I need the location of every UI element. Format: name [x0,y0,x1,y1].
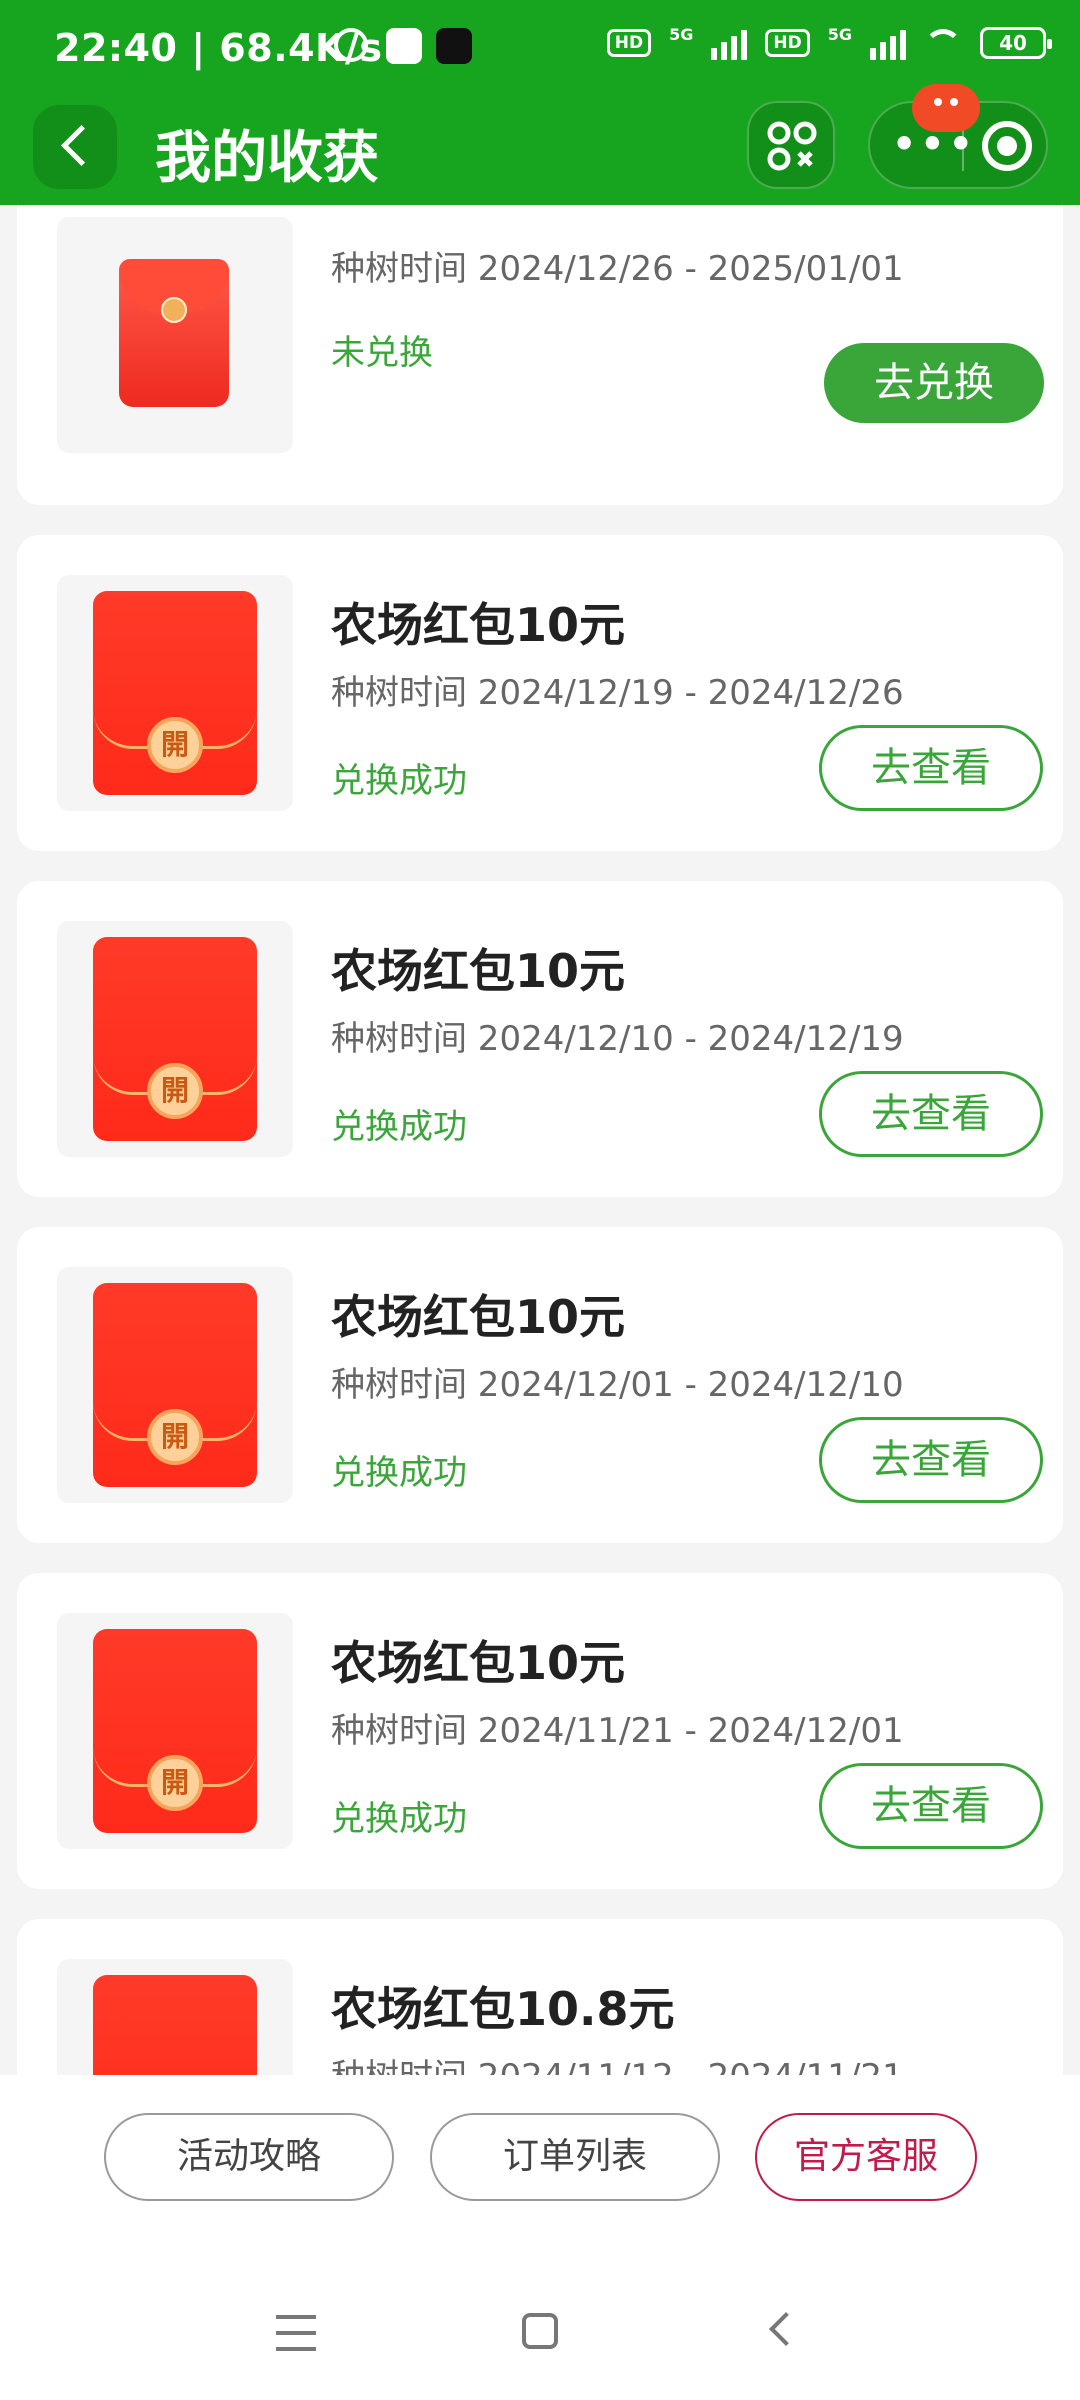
list-item: 開 农场红包10元 种树时间 2024/11/21 - 2024/12/01 兑… [17,1573,1063,1889]
hd-badge: HD [606,29,652,57]
list-item: 农场红包10.8元 种树时间 2024/11/12 - 2024/11/21 [17,1919,1063,2075]
item-name: 农场红包10元 [331,944,626,998]
view-button[interactable]: 去查看 [819,725,1043,811]
network-5g: 5G [669,24,694,44]
redeem-status: 兑换成功 [331,1107,467,1147]
plant-date: 种树时间 2024/11/12 - 2024/11/21 [331,2049,904,2075]
order-list-button[interactable]: 订单列表 [430,2113,720,2201]
red-envelope-icon: 開 [93,937,257,1141]
network-5g-2: 5G [827,24,852,44]
back-button[interactable] [33,105,117,189]
status-bar: 22:40 | 68.4K/s HD 5G HD 5G 40 [0,0,1080,105]
guide-button[interactable]: 活动攻略 [104,2113,394,2201]
system-nav-bar [0,2311,1080,2371]
redeem-status: 兑换成功 [331,1453,467,1493]
redeem-button[interactable]: 去兑换 [824,343,1044,423]
more-icon[interactable]: ••• [892,125,977,163]
plant-date: 种树时间 2024/12/19 - 2024/12/26 [331,673,904,713]
alarm-icon [334,28,368,62]
item-name: 农场红包10元 [331,1636,626,1690]
page-title: 我的收获 [155,126,379,191]
notification-badge-icon [912,84,980,132]
list-item: 种树时间 2024/12/26 - 2025/01/01 未兑换 去兑换 [17,205,1063,505]
red-envelope-icon: 開 [93,591,257,795]
red-envelope-icon: 開 [93,1283,257,1487]
signal-icon [711,26,748,60]
home-icon[interactable] [522,2313,558,2349]
signal-icon-2 [870,26,906,60]
redeem-status: 兑换成功 [331,1799,467,1839]
plant-date: 种树时间 2024/11/21 - 2024/12/01 [331,1711,904,1751]
item-thumbnail: 開 [57,1267,293,1503]
item-thumbnail: 開 [57,575,293,811]
list-item: 開 农场红包10元 种树时间 2024/12/01 - 2024/12/10 兑… [17,1227,1063,1543]
plant-date: 种树时间 2024/12/01 - 2024/12/10 [331,1365,904,1405]
menu-icon[interactable] [276,2315,316,2351]
wifi-icon [924,29,962,57]
plant-date: 种树时间 2024/12/26 - 2025/01/01 [331,249,904,289]
view-button[interactable]: 去查看 [819,1071,1043,1157]
bottom-bar: 活动攻略 订单列表 官方客服 [0,2075,1080,2400]
item-thumbnail [57,1959,293,2075]
item-thumbnail: 開 [57,1613,293,1849]
hd-badge-2: HD [765,29,810,57]
item-thumbnail [57,217,293,453]
battery-icon: 40 [980,27,1052,59]
list-item: 開 农场红包10元 种树时间 2024/12/19 - 2024/12/26 兑… [17,535,1063,851]
item-name: 农场红包10元 [331,598,626,652]
redeem-status: 未兑换 [331,333,433,373]
status-right: HD 5G HD 5G 40 [606,24,1052,60]
item-thumbnail: 開 [57,921,293,1157]
red-envelope-icon: 開 [93,1629,257,1833]
scan-button[interactable] [747,101,835,189]
tiktok-icon [436,28,472,64]
red-envelope-icon [93,1975,257,2075]
item-name: 农场红包10元 [331,1290,626,1344]
scan-icon [767,121,817,171]
list-item: 開 农场红包10元 种树时间 2024/12/10 - 2024/12/19 兑… [17,881,1063,1197]
view-button[interactable]: 去查看 [819,1417,1043,1503]
red-envelope-icon [119,259,229,407]
view-button[interactable]: 去查看 [819,1763,1043,1849]
plant-date: 种树时间 2024/12/10 - 2024/12/19 [331,1019,904,1059]
redeem-status: 兑换成功 [331,761,467,801]
back-nav-icon[interactable] [769,2312,803,2346]
wechat-icon [386,28,422,64]
close-miniprogram-icon[interactable] [982,121,1032,171]
customer-service-button[interactable]: 官方客服 [755,2113,977,2201]
harvest-list[interactable]: 种树时间 2024/12/26 - 2025/01/01 未兑换 去兑换 開 农… [17,205,1063,2075]
item-name: 农场红包10.8元 [331,1982,675,2036]
status-time: 22:40 | 68.4K/s [54,26,383,70]
